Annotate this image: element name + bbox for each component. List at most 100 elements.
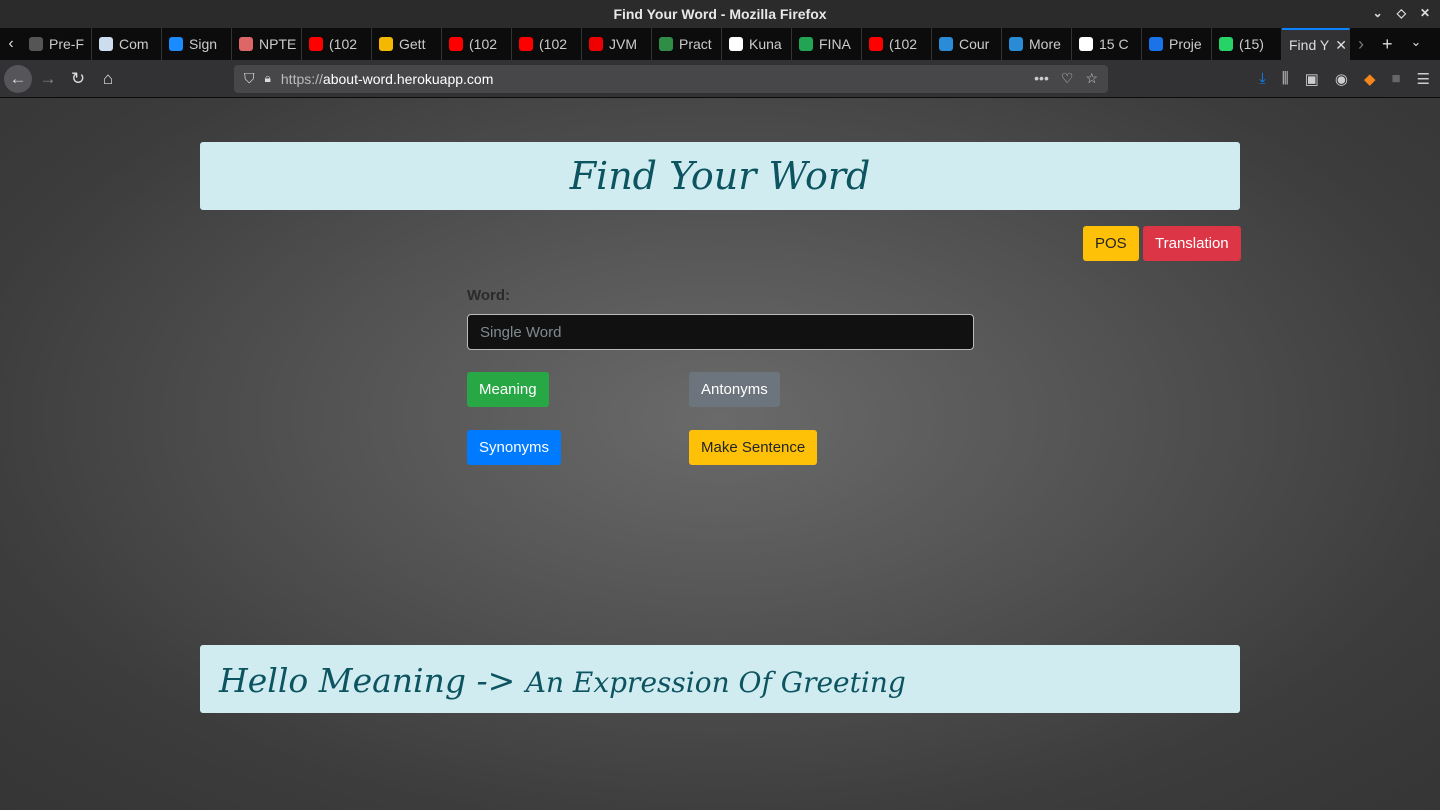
tab-label: (102 (329, 36, 358, 52)
favicon-icon (239, 37, 253, 51)
tab[interactable]: Com (92, 28, 162, 60)
tab-label: Gett (399, 36, 426, 52)
tab-label: Pract (679, 36, 712, 52)
scroll-tabs-right-icon[interactable]: › (1358, 34, 1364, 55)
tab[interactable]: (102 (862, 28, 932, 60)
new-tab-icon[interactable]: + (1382, 34, 1393, 55)
favicon-icon (99, 37, 113, 51)
tab-label: More (1029, 36, 1061, 52)
tab-label: FINA (819, 36, 851, 52)
favicon-icon (29, 37, 43, 51)
more-icon[interactable]: ••• (1034, 70, 1049, 87)
forward-icon[interactable]: → (34, 65, 62, 93)
word-label: Word: (467, 287, 511, 304)
tab[interactable]: (102 (302, 28, 372, 60)
word-input[interactable] (467, 314, 974, 350)
lock-icon[interactable]: 🔒︎ (265, 71, 271, 86)
favicon-icon (589, 37, 603, 51)
favicon-icon (379, 37, 393, 51)
favicon-icon (169, 37, 183, 51)
tab[interactable]: Pract (652, 28, 722, 60)
tab-label: (102 (469, 36, 498, 52)
reload-icon[interactable]: ↻ (64, 65, 92, 93)
bookmark-star-icon[interactable]: ☆ (1085, 70, 1098, 87)
library-icon[interactable]: ⫼ (1282, 70, 1289, 87)
tab-label: (102 (889, 36, 918, 52)
tab-label: NPTE (259, 36, 297, 52)
favicon-icon (449, 37, 463, 51)
tab[interactable]: Gett (372, 28, 442, 60)
page-title: Find Your Word (569, 154, 871, 198)
tab[interactable]: Pre-F (22, 28, 92, 60)
favicon-icon (1079, 37, 1093, 51)
make-sentence-button[interactable]: Make Sentence (689, 430, 818, 465)
favicon-icon (939, 37, 953, 51)
favicon-icon (309, 37, 323, 51)
tab[interactable]: (102 (442, 28, 512, 60)
favicon-icon (1009, 37, 1023, 51)
tab[interactable]: JVM (582, 28, 652, 60)
shield-icon[interactable]: ⛉ (244, 70, 255, 87)
url-host: about-word.herokuapp.com (322, 70, 494, 87)
tab-label: Com (119, 36, 149, 52)
favicon-icon (1149, 37, 1163, 51)
sidebar-icon[interactable]: ▣ (1305, 70, 1319, 88)
tab-label: Cour (959, 36, 990, 52)
translation-button[interactable]: Translation (1143, 226, 1241, 261)
result-box: Hello Meaning -> An Expression Of Greeti… (200, 645, 1240, 713)
tab-label: Find Y (1289, 37, 1330, 53)
tab-label: Sign (189, 36, 218, 52)
tab[interactable]: Sign (162, 28, 232, 60)
metamask-icon[interactable]: ◆ (1364, 70, 1376, 88)
close-tab-icon[interactable]: ✕ (1335, 37, 1347, 54)
tab-label: 15 C (1099, 36, 1129, 52)
selenium-icon[interactable]: ■ (1391, 70, 1400, 87)
page-content: Find Your Word POS Translation Word: Mea… (0, 98, 1440, 810)
tab[interactable]: Cour (932, 28, 1002, 60)
back-icon[interactable]: ← (4, 64, 32, 93)
window-titlebar: Find Your Word - Mozilla Firefox ⌄ ◇ ✕ (0, 0, 1440, 28)
account-icon[interactable]: ◉ (1335, 70, 1348, 88)
minimize-icon[interactable]: ⌄ (1373, 6, 1383, 20)
pocket-icon[interactable]: ♡ (1061, 70, 1074, 87)
tab[interactable]: Kuna (722, 28, 792, 60)
tab[interactable]: Proje (1142, 28, 1212, 60)
favicon-icon (729, 37, 743, 51)
tab[interactable]: (102 (512, 28, 582, 60)
antonyms-button[interactable]: Antonyms (689, 372, 780, 407)
window-title: Find Your Word - Mozilla Firefox (613, 6, 827, 22)
favicon-icon (799, 37, 813, 51)
tab[interactable]: (15) (1212, 28, 1282, 60)
list-tabs-icon[interactable]: ⌄ (1411, 34, 1422, 55)
tab-active[interactable]: Find Y ✕ (1282, 28, 1350, 60)
tab[interactable]: 15 C (1072, 28, 1142, 60)
favicon-icon (659, 37, 673, 51)
download-icon[interactable]: ⤓ (1259, 70, 1266, 87)
home-icon[interactable]: ⌂ (94, 65, 122, 93)
synonyms-button[interactable]: Synonyms (467, 430, 562, 465)
tab-label: Pre-F (49, 36, 84, 52)
tab[interactable]: NPTE (232, 28, 302, 60)
url-bar[interactable]: ⛉ 🔒︎ https://about-word.herokuapp.com ••… (234, 64, 1108, 93)
scroll-tabs-left-icon[interactable]: ‹ (0, 35, 22, 53)
favicon-icon (519, 37, 533, 51)
tab-label: JVM (609, 36, 637, 52)
menu-icon[interactable]: ☰ (1417, 70, 1430, 88)
result-meaning: An Expression Of Greeting (525, 666, 906, 699)
tab[interactable]: More (1002, 28, 1072, 60)
url-prefix: https:// (280, 70, 323, 87)
meaning-button[interactable]: Meaning (467, 372, 549, 407)
tab[interactable]: FINA (792, 28, 862, 60)
restore-icon[interactable]: ◇ (1397, 6, 1406, 20)
favicon-icon (869, 37, 883, 51)
tab-bar: ‹ Pre-F Com Sign NPTE (102 Gett (102 (102 JVM Pra… (0, 28, 1440, 60)
page-header: Find Your Word (200, 142, 1240, 210)
tab-label: (15) (1239, 36, 1264, 52)
tab-label: Proje (1169, 36, 1202, 52)
tab-label: Kuna (749, 36, 782, 52)
result-word: Hello Meaning -> (219, 661, 516, 700)
nav-toolbar: ← → ↻ ⌂ ⛉ 🔒︎ https://about-word.herokuap… (0, 60, 1440, 98)
favicon-icon (1219, 37, 1233, 51)
pos-button[interactable]: POS (1083, 226, 1139, 261)
close-window-icon[interactable]: ✕ (1420, 6, 1430, 20)
